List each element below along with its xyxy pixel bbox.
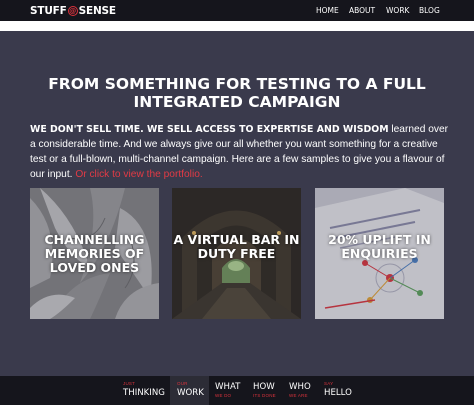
card-title: CHANNELLING MEMORIES OF LOVED ONES — [44, 232, 145, 275]
bottom-nav-label: WORK — [177, 388, 204, 398]
nav-work-link[interactable]: WORK — [386, 6, 409, 15]
intro-paragraph: WE DON'T SELL TIME. WE SELL ACCESS TO EX… — [30, 122, 448, 182]
bottom-nav-label: WHO — [289, 382, 311, 392]
portfolio-link[interactable]: Or click to view the portfolio. — [75, 169, 202, 180]
bottom-nav-thinking[interactable]: JUST THINKING — [115, 376, 167, 405]
top-header: STUFF @ SENSE HOME ABOUT WORK BLOG — [0, 0, 474, 21]
bottom-nav-hello[interactable]: SAY HELLO — [317, 376, 359, 405]
bottom-nav-label: HELLO — [324, 388, 352, 398]
headline-line-1: FROM SOMETHING FOR TESTING TO A FULL — [48, 75, 426, 93]
nav-home-link[interactable]: HOME — [316, 6, 339, 15]
bottom-nav-what[interactable]: WHAT WE DO — [209, 376, 247, 405]
headline-line-2: INTEGRATED CAMPAIGN — [133, 93, 341, 111]
bottom-nav-label: WHAT — [215, 382, 241, 392]
bottom-nav-work[interactable]: OUR WORK — [170, 376, 209, 405]
bottom-nav-caption: OUR — [177, 381, 188, 386]
work-card-enquiries[interactable]: 20% UPLIFT IN ENQUIRIES — [315, 188, 444, 319]
bottom-nav-caption: WE ARE — [289, 393, 308, 398]
nav-about-link[interactable]: ABOUT — [349, 6, 375, 15]
bottom-nav-caption: WE DO — [215, 393, 232, 398]
intro-lead-text: WE DON'T SELL TIME. WE SELL ACCESS TO EX… — [30, 124, 389, 135]
bottom-nav-caption: SAY — [324, 381, 334, 386]
main-navigation: HOME ABOUT WORK BLOG — [0, 6, 474, 18]
bottom-navigation: JUST THINKING OUR WORK WHAT WE DO HOW IT… — [0, 376, 474, 405]
bottom-nav-caption: ITS DONE — [253, 393, 276, 398]
bottom-nav-caption: JUST — [123, 381, 136, 386]
work-card-virtual-bar[interactable]: A VIRTUAL BAR IN DUTY FREE — [172, 188, 301, 319]
bottom-nav-how[interactable]: HOW ITS DONE — [247, 376, 283, 405]
bottom-nav-who[interactable]: WHO WE ARE — [283, 376, 317, 405]
nav-blog-link[interactable]: BLOG — [419, 6, 440, 15]
card-title: 20% UPLIFT IN ENQUIRIES — [328, 232, 431, 261]
bottom-nav-label: THINKING — [123, 388, 165, 398]
header-divider-strip — [0, 21, 474, 31]
work-card-memories[interactable]: CHANNELLING MEMORIES OF LOVED ONES — [30, 188, 159, 319]
bottom-nav-label: HOW — [253, 382, 275, 392]
card-title: A VIRTUAL BAR IN DUTY FREE — [173, 232, 300, 261]
page-headline: FROM SOMETHING FOR TESTING TO A FULL INT… — [20, 75, 454, 111]
